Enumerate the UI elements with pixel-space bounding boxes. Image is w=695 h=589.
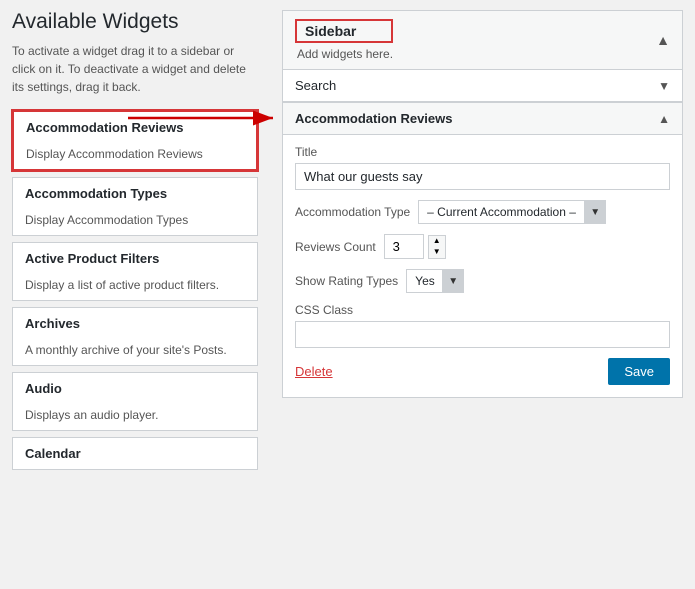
acc-reviews-widget: Accommodation Reviews ▲ Title Accommodat… (283, 102, 682, 397)
css-class-row: CSS Class (295, 303, 670, 348)
widget-item-accommodation-reviews[interactable]: Accommodation Reviews Display Accommodat… (12, 110, 258, 171)
show-rating-label: Show Rating Types (295, 274, 398, 288)
widget-title-accommodation-types: Accommodation Types (13, 178, 257, 209)
widget-title-audio: Audio (13, 373, 257, 404)
acc-type-row: Accommodation Type – Current Accommodati… (295, 200, 670, 224)
reviews-count-row: Reviews Count ▲ ▼ (295, 234, 670, 259)
reviews-count-increment[interactable]: ▲ (429, 236, 445, 247)
reviews-count-input[interactable] (384, 234, 424, 259)
widget-item-calendar[interactable]: Calendar (12, 437, 258, 470)
widget-item-audio[interactable]: Audio Displays an audio player. (12, 372, 258, 431)
acc-reviews-collapse-icon[interactable]: ▲ (658, 112, 670, 126)
widget-desc-accommodation-reviews: Display Accommodation Reviews (14, 143, 256, 169)
reviews-count-label: Reviews Count (295, 240, 376, 254)
sidebar-title: Sidebar (295, 19, 393, 43)
delete-button[interactable]: Delete (295, 364, 333, 379)
widget-title-calendar: Calendar (13, 438, 257, 469)
widget-desc-accommodation-types: Display Accommodation Types (13, 209, 257, 235)
widget-item-active-product-filters[interactable]: Active Product Filters Display a list of… (12, 242, 258, 301)
css-class-label: CSS Class (295, 303, 670, 317)
acc-type-select[interactable]: – Current Accommodation – (418, 200, 606, 224)
css-class-input[interactable] (295, 321, 670, 348)
form-actions: Delete Save (295, 358, 670, 385)
acc-reviews-form: Title Accommodation Type – Current Accom… (283, 135, 682, 397)
title-field-input[interactable] (295, 163, 670, 190)
sidebar-title-block: Sidebar Add widgets here. (295, 19, 393, 61)
save-button[interactable]: Save (608, 358, 670, 385)
widget-desc-active-product-filters: Display a list of active product filters… (13, 274, 257, 300)
sidebar-box: Sidebar Add widgets here. ▲ Search ▼ (282, 10, 683, 398)
search-widget: Search ▼ (283, 70, 682, 102)
show-rating-select-wrapper: Yes No ▼ (406, 269, 464, 293)
widget-title-accommodation-reviews: Accommodation Reviews (14, 112, 256, 143)
reviews-count-input-wrap: ▲ ▼ (384, 234, 446, 259)
sidebar-header: Sidebar Add widgets here. ▲ (283, 11, 682, 70)
search-widget-chevron[interactable]: ▼ (658, 79, 670, 93)
available-widgets-panel: Available Widgets To activate a widget d… (0, 0, 270, 589)
widget-title-archives: Archives (13, 308, 257, 339)
widget-desc-audio: Displays an audio player. (13, 404, 257, 430)
panel-title: Available Widgets (12, 10, 258, 34)
acc-reviews-widget-title: Accommodation Reviews (295, 111, 453, 126)
acc-type-select-wrapper: – Current Accommodation – ▼ (418, 200, 606, 224)
reviews-count-spinner: ▲ ▼ (428, 235, 446, 259)
title-field-label: Title (295, 145, 670, 159)
show-rating-select[interactable]: Yes No (406, 269, 464, 293)
sidebar-collapse-icon[interactable]: ▲ (656, 32, 670, 48)
widget-item-archives[interactable]: Archives A monthly archive of your site'… (12, 307, 258, 366)
widget-title-active-product-filters: Active Product Filters (13, 243, 257, 274)
search-widget-label: Search (295, 78, 336, 93)
show-rating-row: Show Rating Types Yes No ▼ (295, 269, 670, 293)
panel-instructions: To activate a widget drag it to a sideba… (12, 42, 258, 96)
acc-reviews-header: Accommodation Reviews ▲ (283, 103, 682, 135)
acc-type-label: Accommodation Type (295, 205, 410, 219)
widget-item-accommodation-types[interactable]: Accommodation Types Display Accommodatio… (12, 177, 258, 236)
sidebar-subtitle: Add widgets here. (295, 47, 393, 61)
reviews-count-decrement[interactable]: ▼ (429, 247, 445, 258)
widget-desc-archives: A monthly archive of your site's Posts. (13, 339, 257, 365)
sidebar-panel: Sidebar Add widgets here. ▲ Search ▼ (270, 0, 695, 589)
title-field-row: Title (295, 145, 670, 190)
